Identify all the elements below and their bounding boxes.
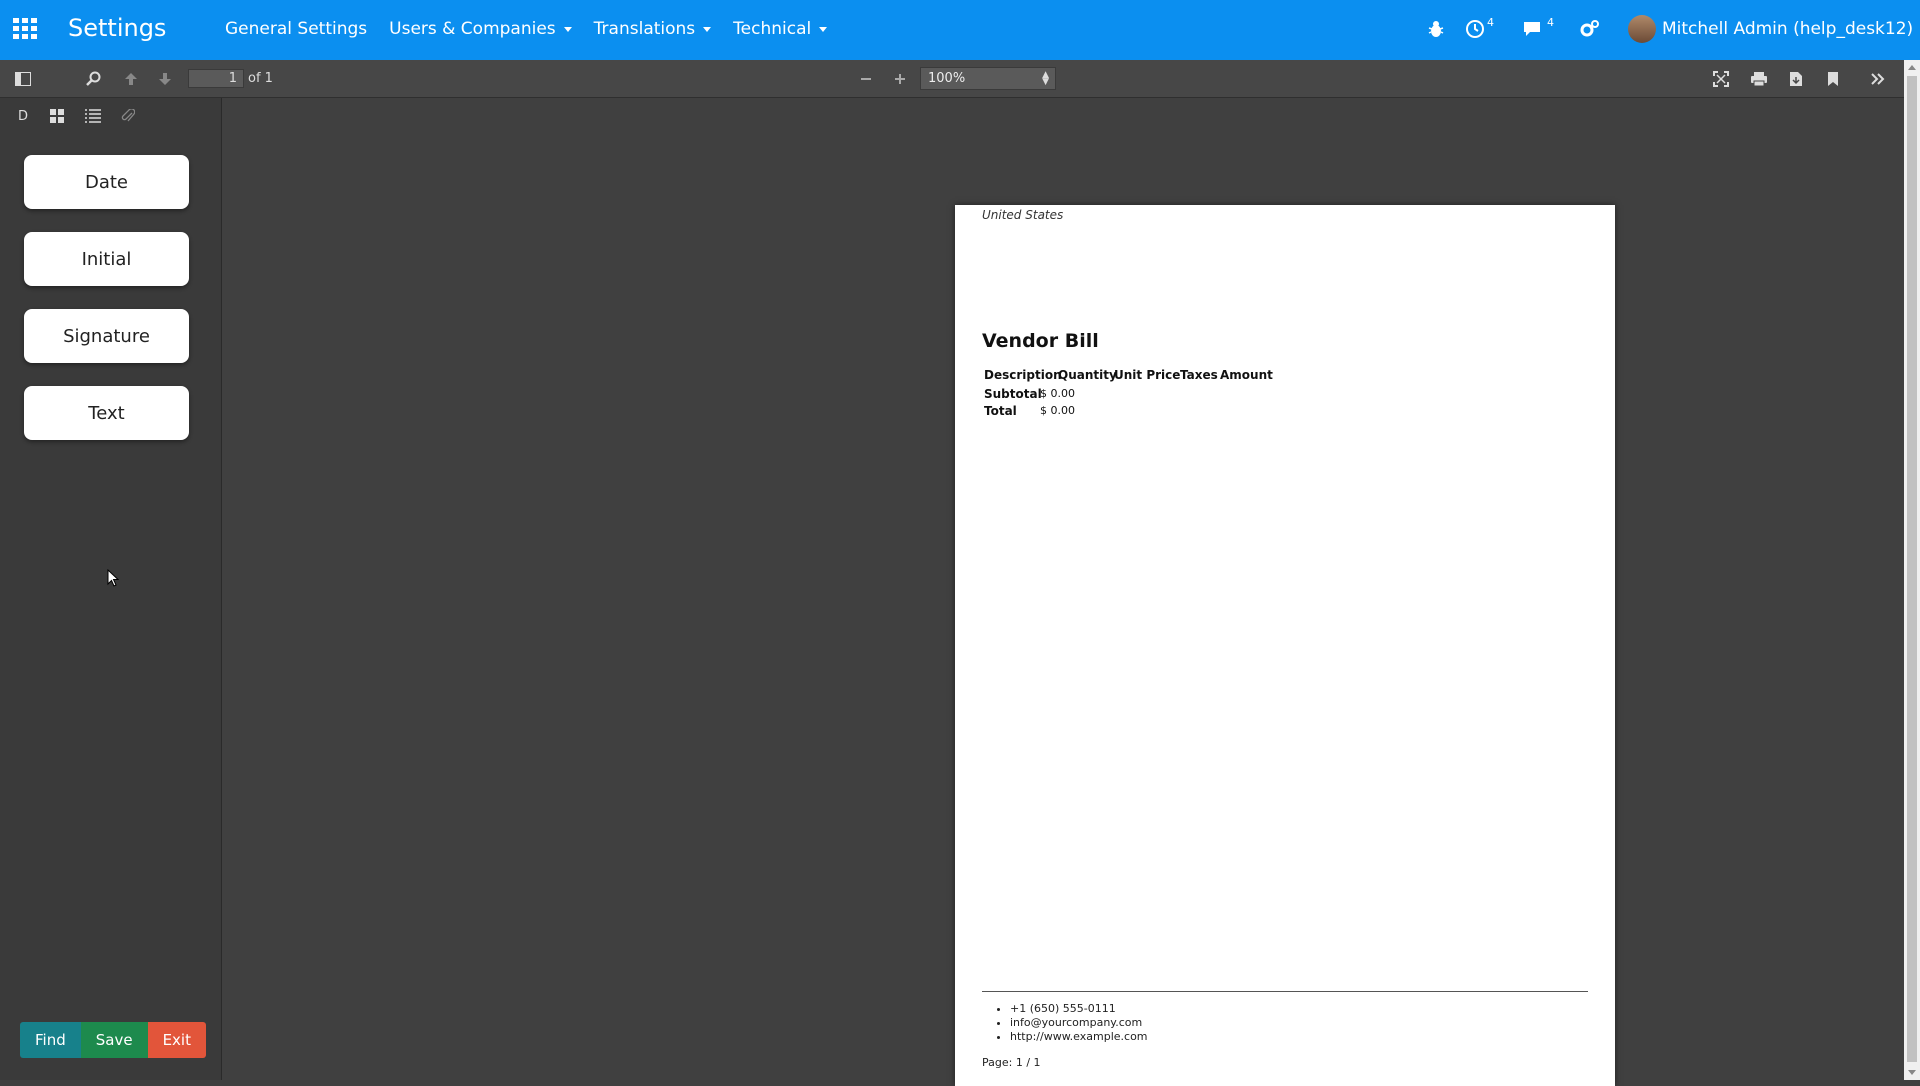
page-number-input[interactable]: 1	[188, 69, 244, 88]
page-footer-number: Page: 1 / 1	[982, 1056, 1041, 1069]
menu-label: Users & Companies	[389, 19, 556, 39]
footer-divider	[982, 991, 1588, 992]
action-buttons: Find Save Exit	[20, 1022, 206, 1058]
main-menu: General Settings Users & Companies Trans…	[225, 19, 849, 39]
sidebar-view-tabs: D	[8, 100, 220, 128]
page-count-label: of 1	[248, 71, 273, 86]
header-unit-price: Unit Price	[1114, 368, 1181, 382]
total-value: $ 0.00	[1040, 404, 1075, 417]
previous-page-icon[interactable]	[120, 68, 142, 90]
apps-grid-icon[interactable]	[13, 18, 37, 40]
zoom-value: 100%	[928, 71, 966, 86]
scroll-up-icon[interactable]	[1908, 65, 1916, 70]
footer-contact-list: +1 (650) 555-0111 info@yourcompany.com h…	[1010, 1002, 1148, 1044]
vertical-scrollbar[interactable]	[1904, 60, 1920, 1080]
caret-down-icon	[819, 26, 828, 32]
header-description: Description	[984, 368, 1062, 382]
attachments-icon[interactable]	[115, 104, 141, 128]
messages-icon[interactable]	[1522, 18, 1544, 40]
caret-down-icon	[563, 26, 572, 32]
outline-icon[interactable]	[80, 104, 106, 128]
user-menu[interactable]: Mitchell Admin (help_desk12)	[1662, 19, 1913, 39]
pdf-page[interactable]: United States Vendor Bill Description Qu…	[955, 205, 1615, 1086]
text-field-button[interactable]: Text	[24, 386, 189, 440]
top-navbar: Settings General Settings Users & Compan…	[0, 0, 1920, 60]
zoom-out-icon[interactable]	[855, 68, 877, 90]
total-label: Total	[984, 404, 1017, 418]
menu-technical[interactable]: Technical	[733, 19, 828, 39]
settings-gears-icon[interactable]	[1579, 18, 1601, 40]
footer-website: http://www.example.com	[1010, 1030, 1148, 1044]
presentation-mode-icon[interactable]	[1710, 68, 1732, 90]
scroll-thumb[interactable]	[1907, 76, 1917, 1062]
exit-button[interactable]: Exit	[147, 1022, 206, 1058]
print-icon[interactable]	[1748, 68, 1770, 90]
zoom-select[interactable]: 100% ▲ ▼	[920, 67, 1056, 90]
initial-field-button[interactable]: Initial	[24, 232, 189, 286]
date-field-button[interactable]: Date	[24, 155, 189, 209]
subtotal-value: $ 0.00	[1040, 387, 1075, 400]
save-button[interactable]: Save	[80, 1022, 148, 1058]
header-taxes: Taxes	[1180, 368, 1218, 382]
document-title: Vendor Bill	[982, 330, 1099, 352]
menu-translations[interactable]: Translations	[594, 19, 712, 39]
download-icon[interactable]	[1785, 68, 1807, 90]
mouse-cursor-icon	[107, 568, 120, 591]
find-button[interactable]: Find	[20, 1022, 81, 1058]
toggle-sidebar-icon[interactable]	[12, 68, 34, 90]
caret-down-icon	[703, 26, 712, 32]
address-line: United States	[982, 208, 1064, 222]
menu-users-companies[interactable]: Users & Companies	[389, 19, 572, 39]
messages-count-badge: 4	[1547, 16, 1554, 29]
menu-label: Technical	[733, 19, 812, 39]
zoom-in-icon[interactable]	[889, 68, 911, 90]
menu-label: General Settings	[225, 19, 368, 39]
footer-phone: +1 (650) 555-0111	[1010, 1002, 1148, 1016]
subtotal-label: Subtotal	[984, 387, 1042, 401]
menu-general-settings[interactable]: General Settings	[225, 19, 367, 39]
app-title[interactable]: Settings	[68, 14, 166, 42]
select-arrows-icon: ▲ ▼	[1042, 70, 1049, 87]
next-page-icon[interactable]	[154, 68, 176, 90]
bookmark-icon[interactable]	[1822, 68, 1844, 90]
search-icon[interactable]	[83, 68, 105, 90]
footer-email: info@yourcompany.com	[1010, 1016, 1148, 1030]
thumbnails-icon[interactable]	[44, 104, 70, 128]
activity-clock-icon[interactable]	[1464, 18, 1486, 40]
pdf-viewer[interactable]: United States Vendor Bill Description Qu…	[223, 98, 1904, 1086]
bug-icon[interactable]	[1425, 18, 1447, 40]
signature-field-button[interactable]: Signature	[24, 309, 189, 363]
menu-label: Translations	[593, 19, 696, 39]
scroll-down-icon[interactable]	[1908, 1070, 1916, 1075]
tools-menu-icon[interactable]	[1867, 68, 1889, 90]
tab-document[interactable]: D	[10, 104, 36, 128]
user-avatar[interactable]	[1628, 15, 1656, 43]
activity-count-badge: 4	[1487, 16, 1494, 29]
header-amount: Amount	[1220, 368, 1273, 382]
header-quantity: Quantity	[1058, 368, 1117, 382]
